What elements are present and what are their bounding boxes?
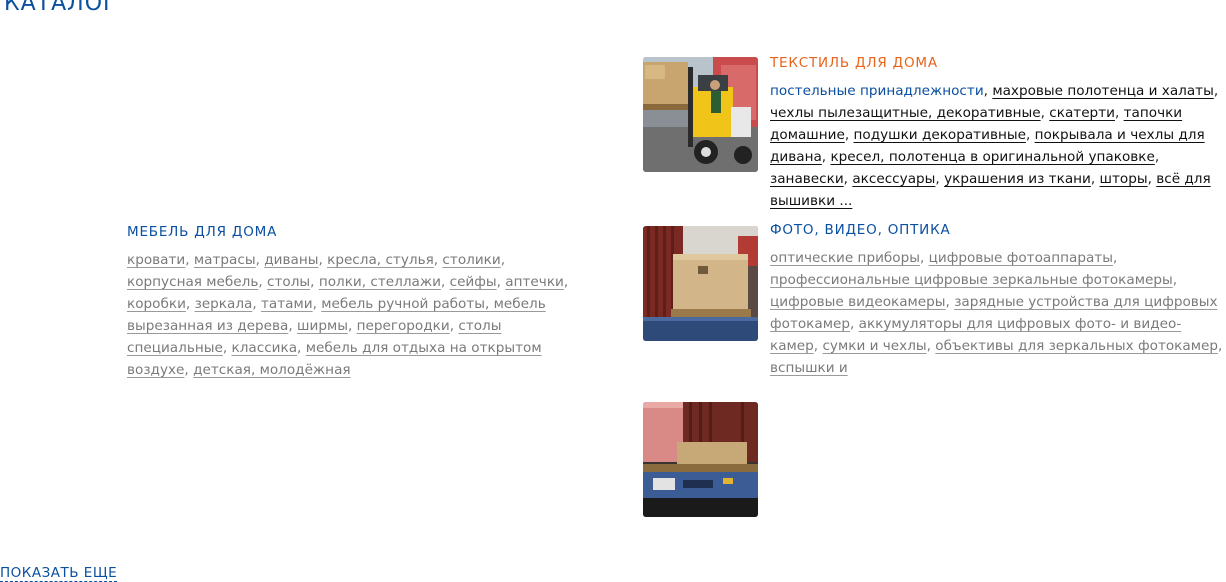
link-tables[interactable]: столы: [267, 274, 310, 290]
link-first-aid[interactable]: аптечки: [505, 274, 564, 290]
category-textile: ТЕКСТИЛЬ ДЛЯ ДОМА постельные принадлежно…: [770, 54, 1220, 212]
link-tatami[interactable]: татами: [261, 296, 313, 312]
category-title-textile[interactable]: ТЕКСТИЛЬ ДЛЯ ДОМА: [770, 54, 1220, 72]
category-links-furniture: кровати, матрасы, диваны, кресла, стулья…: [127, 252, 569, 378]
link-mirrors[interactable]: зеркала: [195, 296, 253, 312]
link-pillows[interactable]: подушки декоративные: [853, 127, 1025, 143]
link-towels[interactable]: махровые полотенца и халаты: [992, 83, 1214, 99]
link-sofas[interactable]: диваны: [264, 252, 318, 268]
link-fabric-decor[interactable]: украшения из ткани: [944, 171, 1091, 187]
link-covers[interactable]: чехлы пылезащитные, декоративные: [770, 105, 1041, 121]
show-more-link[interactable]: ПОКАЗАТЬ ЕЩЕ: [0, 565, 118, 582]
category-links-photo-video: оптические приборы, цифровые фотоаппарат…: [770, 250, 1223, 376]
link-tablecloths[interactable]: скатерти: [1049, 105, 1115, 121]
link-chairs[interactable]: кресла, стулья: [327, 252, 434, 268]
category-image-truck[interactable]: [643, 402, 758, 517]
link-drapes[interactable]: шторы: [1100, 171, 1148, 187]
link-mattresses[interactable]: матрасы: [194, 252, 256, 268]
link-flashes[interactable]: вспышки и: [770, 360, 848, 376]
link-bedding[interactable]: постельные принадлежности: [770, 83, 984, 99]
link-lenses[interactable]: объективы для зеркальных фотокамер: [935, 338, 1218, 354]
category-photo-video: ФОТО, ВИДЕО, ОПТИКА оптические приборы, …: [770, 221, 1226, 379]
link-cabinet-furniture[interactable]: корпусная мебель: [127, 274, 258, 290]
category-furniture: МЕБЕЛЬ ДЛЯ ДОМА кровати, матрасы, диваны…: [127, 223, 572, 381]
link-curtains[interactable]: занавески: [770, 171, 844, 187]
link-partitions[interactable]: перегородки: [357, 318, 450, 334]
link-optics[interactable]: оптические приборы: [770, 250, 920, 266]
pallet-box-photo: [643, 226, 758, 341]
link-dslr-cameras[interactable]: профессиональные цифровые зеркальные фот…: [770, 272, 1173, 288]
truck-container-photo: [643, 402, 758, 517]
link-safes[interactable]: сейфы: [450, 274, 497, 290]
link-digital-cameras[interactable]: цифровые фотоаппараты: [929, 250, 1113, 266]
link-chair-towels[interactable]: кресел, полотенца в оригинальной упаковк…: [830, 149, 1154, 165]
category-title-furniture[interactable]: МЕБЕЛЬ ДЛЯ ДОМА: [127, 223, 572, 241]
category-image-photo[interactable]: [643, 226, 758, 341]
link-accessories[interactable]: аксессуары: [852, 171, 935, 187]
link-bags-cases[interactable]: сумки и чехлы: [822, 338, 926, 354]
link-shelves[interactable]: полки, стеллажи: [319, 274, 441, 290]
category-title-photo-video[interactable]: ФОТО, ВИДЕО, ОПТИКА: [770, 221, 1226, 239]
link-classic[interactable]: классика: [231, 340, 297, 356]
link-beds[interactable]: кровати: [127, 252, 185, 268]
link-boxes[interactable]: коробки: [127, 296, 186, 312]
forklift-photo: [643, 57, 758, 172]
category-links-textile: постельные принадлежности, махровые поло…: [770, 83, 1219, 209]
link-camcorders[interactable]: цифровые видеокамеры: [770, 294, 946, 310]
category-image-textile[interactable]: [643, 57, 758, 172]
link-side-tables[interactable]: столики: [442, 252, 500, 268]
catalog-title: КАТАЛОГ: [4, 0, 118, 16]
link-screens[interactable]: ширмы: [297, 318, 348, 334]
link-kids-youth[interactable]: детская, молодёжная: [193, 362, 351, 378]
